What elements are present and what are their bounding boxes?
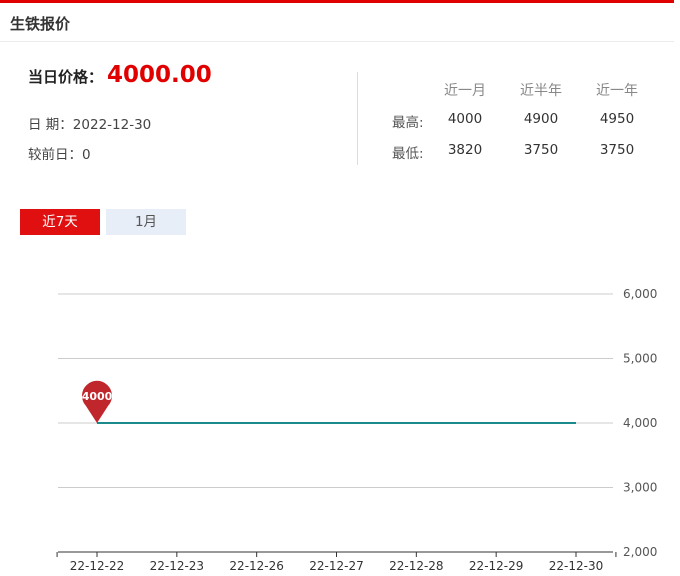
max-value-marker-label: 4000 [82, 390, 113, 403]
price-line-chart: 2,000 3,000 4,000 5,000 6,000 22-12-22 22-12-2… [56, 287, 657, 573]
y-tick-label: 2,000 [623, 545, 657, 559]
y-tick-label: 3,000 [623, 481, 657, 495]
x-tick-label: 22-12-28 [389, 559, 443, 573]
x-tick-label: 22-12-27 [309, 559, 363, 573]
x-tick-label: 22-12-30 [549, 559, 603, 573]
x-tick-label: 22-12-23 [150, 559, 204, 573]
y-tick-label: 5,000 [623, 352, 657, 366]
y-tick-label: 6,000 [623, 287, 657, 301]
x-tick-label: 22-12-26 [229, 559, 283, 573]
x-tick-label: 22-12-29 [469, 559, 523, 573]
x-tick-label: 22-12-22 [70, 559, 124, 573]
y-tick-label: 4,000 [623, 416, 657, 430]
